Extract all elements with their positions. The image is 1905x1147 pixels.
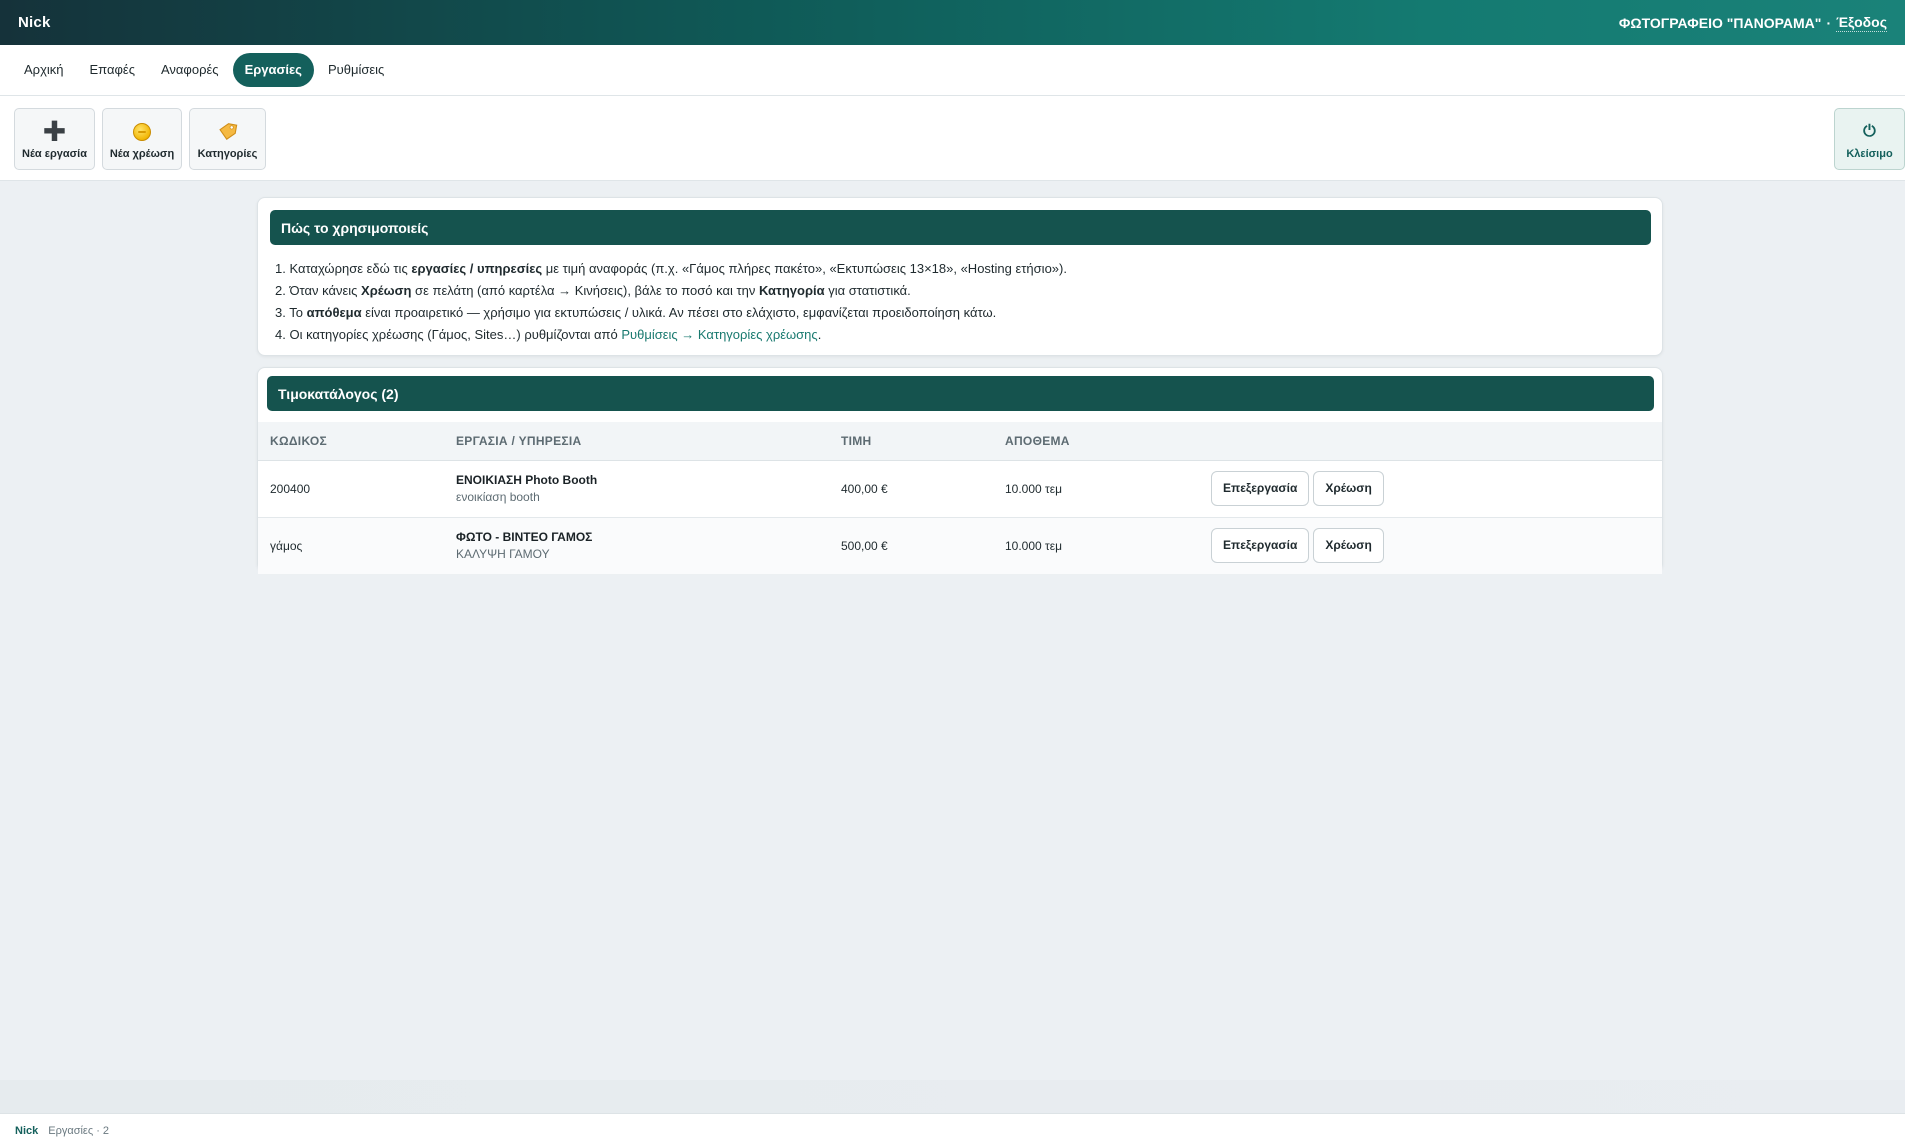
new-job-label: Νέα εργασία [22,147,87,160]
pricelist-table: ΚΩΔΙΚΟΣ ΕΡΓΑΣΙΑ / ΥΠΗΡΕΣΙΑ ΤΙΜΗ ΑΠΟΘΕΜΑ … [258,422,1662,574]
plus-icon: ✚ [42,115,67,147]
cell-price: 500,00 € [841,538,888,553]
howto-title: Πώς το χρησιμοποιείς [270,210,1651,245]
col-actions [1199,422,1662,461]
service-name: ΕΝΟΙΚΙΑΣΗ Photo Booth [456,473,598,487]
tab-settings[interactable]: Ρυθμίσεις [316,53,396,87]
cell-actions: Επεξεργασία Χρέωση [1199,460,1662,517]
status-text: Εργασίες · 2 [48,1124,110,1137]
coin-icon [133,122,151,141]
service-desc: ΚΑΛΥΨΗ ΓΑΜΟΥ [456,547,550,562]
tag-icon [218,122,237,140]
top-right: ΦΩΤΟΓΡΑΦΕΙΟ "ΠΑΝΟΡΑΜΑ" · Έξοδος [1619,14,1887,32]
categories-label: Κατηγορίες [197,147,258,160]
categories-button[interactable]: Κατηγορίες [189,108,266,170]
cell-actions: Επεξεργασία Χρέωση [1199,517,1662,574]
new-charge-label: Νέα χρέωση [109,147,175,160]
table-row: 200400 ΕΝΟΙΚΙΑΣΗ Photo Booth ενοικίαση b… [258,460,1662,517]
top-bar: Nick ΦΩΤΟΓΡΑΦΕΙΟ "ΠΑΝΟΡΑΜΑ" · Έξοδος [0,0,1905,45]
cell-stock: 10.000 τεμ [1005,481,1063,496]
howto-steps: 1. Καταχώρησε εδώ τις εργασίες / υπηρεσί… [275,258,1067,346]
cell-stock: 10.000 τεμ [1005,538,1063,553]
table-header-row: ΚΩΔΙΚΟΣ ΕΡΓΑΣΙΑ / ΥΠΗΡΕΣΙΑ ΤΙΜΗ ΑΠΟΘΕΜΑ [258,422,1662,461]
howto-step: 3. Το απόθεμα είναι προαιρετικό — χρήσιμ… [275,305,997,320]
new-charge-button[interactable]: Νέα χρέωση [102,108,182,170]
status-brand: Nick [15,1124,39,1137]
logout-link[interactable]: Έξοδος [1836,14,1887,32]
studio-name: ΦΩΤΟΓΡΑΦΕΙΟ "ΠΑΝΟΡΑΜΑ" [1618,14,1822,31]
tab-jobs[interactable]: Εργασίες [232,53,314,87]
col-service: ΕΡΓΑΣΙΑ / ΥΠΗΡΕΣΙΑ [444,422,829,461]
cell-code: 200400 [270,481,311,496]
service-desc: ενοικίαση booth [456,490,540,504]
edit-button[interactable]: Επεξεργασία [1211,528,1310,564]
app-brand: Nick [18,14,51,31]
close-label: Κλείσιμο [1846,147,1893,160]
settings-categories-link[interactable]: Ρυθμίσεις → Κατηγορίες χρέωσης [621,327,817,342]
howto-step: 2. Όταν κάνεις Χρέωση σε πελάτη (από καρ… [275,283,911,298]
tab-reports[interactable]: Αναφορές [149,53,231,87]
main-nav: Αρχική Επαφές Αναφορές Εργασίες Ρυθμίσει… [0,45,1905,96]
service-name: ΦΩΤΟ - ΒΙΝΤΕΟ ΓΑΜΟΣ [456,530,593,545]
footer-band [0,1080,1905,1113]
new-job-button[interactable]: ✚ Νέα εργασία [14,108,95,170]
pricelist-title: Τιμοκατάλογος (2) [267,376,1654,411]
close-button[interactable]: ⏻ Κλείσιμο [1834,108,1905,170]
cell-price: 400,00 € [841,481,888,496]
separator: · [1826,14,1832,31]
tab-home[interactable]: Αρχική [12,53,76,87]
power-icon: ⏻ [1863,122,1876,140]
pricelist-card: Τιμοκατάλογος (2) ΚΩΔΙΚΟΣ ΕΡΓΑΣΙΑ / ΥΠΗΡ… [257,367,1663,574]
col-stock: ΑΠΟΘΕΜΑ [993,422,1199,461]
cell-code: γάμος [270,538,303,553]
howto-step: 1. Καταχώρησε εδώ τις εργασίες / υπηρεσί… [275,261,1067,276]
tab-contacts[interactable]: Επαφές [78,53,147,87]
col-code: ΚΩΔΙΚΟΣ [258,422,444,461]
table-row: γάμος ΦΩΤΟ - ΒΙΝΤΕΟ ΓΑΜΟΣ ΚΑΛΥΨΗ ΓΑΜΟΥ 5… [258,517,1662,574]
toolbar: ✚ Νέα εργασία Νέα χρέωση Κατηγορίες ⏻ Κλ… [0,96,1905,181]
howto-card: Πώς το χρησιμοποιείς 1. Καταχώρησε εδώ τ… [257,197,1663,356]
cell-service: ΕΝΟΙΚΙΑΣΗ Photo Booth ενοικίαση booth [444,460,829,517]
charge-button[interactable]: Χρέωση [1313,471,1384,506]
cell-service: ΦΩΤΟ - ΒΙΝΤΕΟ ΓΑΜΟΣ ΚΑΛΥΨΗ ΓΑΜΟΥ [444,517,829,574]
col-price: ΤΙΜΗ [829,422,993,461]
charge-button[interactable]: Χρέωση [1313,528,1384,564]
edit-button[interactable]: Επεξεργασία [1211,471,1310,506]
howto-step: 4. Οι κατηγορίες χρέωσης (Γάμος, Sites…)… [275,327,822,342]
status-bar: Nick Εργασίες · 2 [0,1113,1905,1147]
